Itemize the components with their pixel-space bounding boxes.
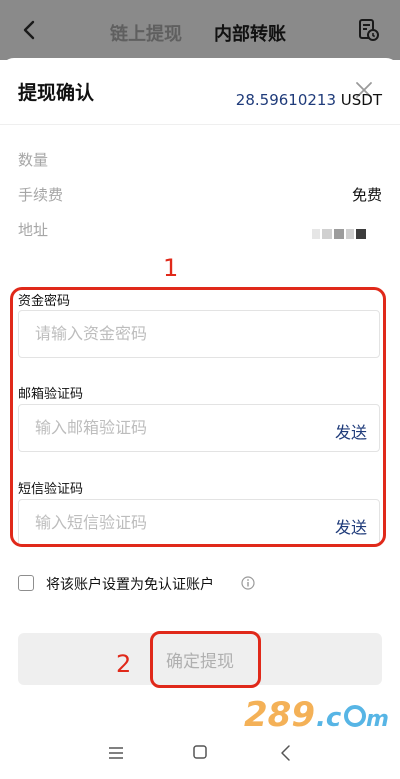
home-square-icon[interactable] (193, 745, 207, 759)
tab-onchain-withdraw[interactable]: 链上提现 (110, 20, 182, 46)
divider (0, 124, 400, 125)
annotation-box-confirm (150, 631, 261, 688)
address-masked-value (312, 223, 368, 239)
exempt-account-checkbox[interactable] (18, 575, 34, 591)
fee-label: 手续费 (18, 186, 64, 204)
annotation-marker-1: 1 (163, 254, 179, 282)
exempt-account-label[interactable]: 将该账户设置为免认证账户 (46, 574, 214, 594)
chevron-left-icon[interactable] (18, 18, 42, 42)
sheet-title: 提现确认 (18, 82, 95, 104)
fee-value: 免费 (351, 186, 382, 204)
back-arrow-icon[interactable] (278, 744, 292, 762)
amount-number: 28.59610213 (235, 91, 336, 109)
tab-internal-transfer[interactable]: 内部转账 (214, 20, 286, 46)
amount-value: 28.59610213 USDT (236, 91, 382, 109)
amount-unit: USDT (340, 91, 382, 109)
system-navigation-bar (0, 728, 400, 779)
annotation-marker-2: 2 (116, 650, 132, 678)
top-navigation-bar: 链上提现 内部转账 (0, 0, 400, 60)
info-icon[interactable] (241, 576, 255, 590)
address-label: 地址 (18, 221, 49, 239)
annotation-box-fields (10, 287, 386, 547)
menu-icon[interactable] (108, 746, 124, 760)
document-clock-icon[interactable] (356, 18, 380, 42)
amount-label: 数量 (18, 151, 49, 169)
